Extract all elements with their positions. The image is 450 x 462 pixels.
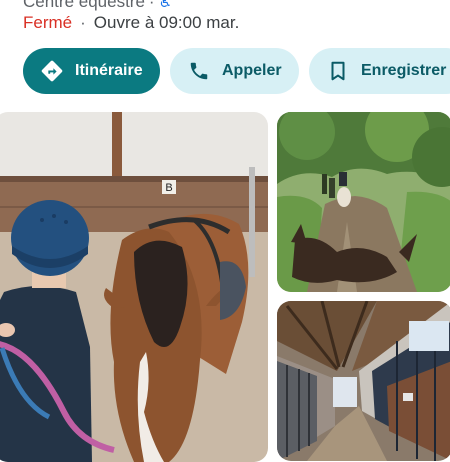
- save-button[interactable]: Enregistrer: [309, 48, 450, 94]
- phone-icon: [188, 60, 210, 82]
- action-bar: Itinéraire Appeler Enregistrer: [23, 48, 450, 94]
- photo-child-and-horse[interactable]: B: [0, 112, 268, 462]
- place-category: Centre équestre: [23, 0, 145, 11]
- call-button[interactable]: Appeler: [170, 48, 299, 94]
- directions-button[interactable]: Itinéraire: [23, 48, 160, 94]
- directions-icon: [41, 60, 63, 82]
- call-label: Appeler: [222, 62, 282, 79]
- photo-riding-path[interactable]: [277, 112, 450, 292]
- opening-hours: Ouvre à 09:00 mar.: [93, 13, 240, 32]
- directions-label: Itinéraire: [75, 62, 143, 79]
- save-label: Enregistrer: [361, 62, 447, 79]
- wall-letter: B: [165, 182, 172, 194]
- status-separator: ·: [80, 13, 86, 32]
- bookmark-icon: [327, 60, 349, 82]
- opening-status: Fermé · Ouvre à 09:00 mar.: [23, 13, 239, 33]
- place-separator: ·: [148, 0, 155, 11]
- status-closed: Fermé: [23, 13, 73, 32]
- photo-stable-aisle[interactable]: [277, 301, 450, 461]
- wheelchair-icon: ♿: [158, 0, 173, 11]
- category-line: Centre équestre · ♿: [23, 0, 172, 12]
